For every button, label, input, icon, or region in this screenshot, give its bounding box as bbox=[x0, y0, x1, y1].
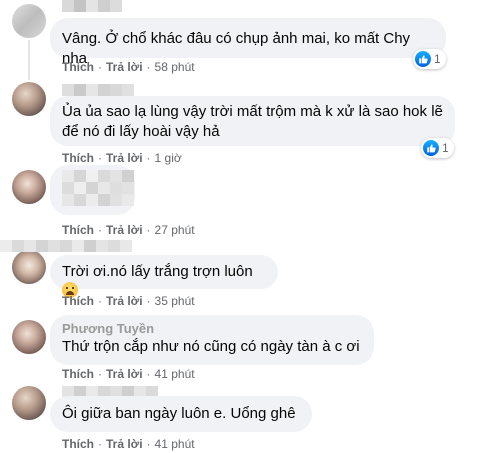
reaction-summary[interactable]: 1 bbox=[413, 49, 446, 69]
thread-line bbox=[28, 40, 30, 80]
comment-text: Trời ơi.nó lấy trắng trợn luôn bbox=[62, 263, 253, 280]
comment-text: Thứ trộn cắp như nó cũng có ngày tàn à c… bbox=[62, 338, 360, 355]
avatar[interactable] bbox=[12, 250, 46, 284]
comment-bubble: Trời ơi.nó lấy trắng trợn luôn bbox=[50, 255, 278, 298]
comment-actions: Thích · Trả lời · 35 phút bbox=[62, 294, 195, 308]
like-button[interactable]: Thích bbox=[62, 294, 94, 308]
like-icon bbox=[415, 51, 431, 67]
obscured-content bbox=[62, 170, 134, 206]
reply-button[interactable]: Trả lời bbox=[106, 60, 143, 74]
author-name-obscured bbox=[62, 84, 134, 96]
comment-author[interactable]: Phương Tuyền bbox=[62, 321, 362, 337]
reply-button[interactable]: Trả lời bbox=[106, 223, 143, 237]
timestamp[interactable]: 27 phút bbox=[155, 223, 195, 237]
comment-text: Ủa ủa sao lạ lùng vậy trời mất trộm mà k… bbox=[62, 103, 443, 140]
reaction-count: 1 bbox=[434, 52, 441, 66]
comment-actions: Thích · Trả lời · 58 phút bbox=[62, 60, 195, 74]
comment-actions: Thích · Trả lời · 1 giờ bbox=[62, 151, 182, 165]
timestamp[interactable]: 41 phút bbox=[155, 437, 195, 451]
like-button[interactable]: Thích bbox=[62, 367, 94, 381]
avatar[interactable] bbox=[12, 386, 46, 420]
like-button[interactable]: Thích bbox=[62, 437, 94, 451]
author-name-obscured bbox=[0, 240, 132, 252]
reply-button[interactable]: Trả lời bbox=[106, 437, 143, 451]
reply-button[interactable]: Trả lời bbox=[106, 367, 143, 381]
comment-bubble: Ôi giữa ban ngày luôn e. Uổng ghê bbox=[50, 396, 312, 432]
avatar[interactable] bbox=[12, 170, 46, 204]
comment-actions: Thích · Trả lời · 41 phút bbox=[62, 367, 195, 381]
reaction-count: 1 bbox=[442, 141, 449, 155]
timestamp[interactable]: 41 phút bbox=[155, 367, 195, 381]
timestamp[interactable]: 35 phút bbox=[155, 294, 195, 308]
comment-actions: Thích · Trả lời · 27 phút bbox=[62, 223, 195, 237]
comment-text: Ôi giữa ban ngày luôn e. Uổng ghê bbox=[62, 405, 296, 422]
avatar[interactable] bbox=[12, 320, 46, 354]
timestamp[interactable]: 58 phút bbox=[155, 60, 195, 74]
author-name-obscured bbox=[62, 0, 122, 12]
avatar[interactable] bbox=[12, 4, 46, 38]
comment-actions: Thích · Trả lời · 41 phút bbox=[62, 437, 195, 451]
like-button[interactable]: Thích bbox=[62, 60, 94, 74]
reaction-summary[interactable]: 1 bbox=[421, 138, 454, 158]
avatar[interactable] bbox=[12, 82, 46, 116]
reply-button[interactable]: Trả lời bbox=[106, 151, 143, 165]
like-button[interactable]: Thích bbox=[62, 151, 94, 165]
like-icon bbox=[423, 140, 439, 156]
comment-bubble: Ủa ủa sao lạ lùng vậy trời mất trộm mà k… bbox=[50, 96, 455, 146]
like-button[interactable]: Thích bbox=[62, 223, 94, 237]
comment-bubble: Vâng. Ở chổ khác đâu có chụp ảnh mai, ko… bbox=[50, 18, 446, 67]
timestamp[interactable]: 1 giờ bbox=[155, 151, 182, 165]
comment-bubble: Phương Tuyền Thứ trộn cắp như nó cũng có… bbox=[50, 315, 374, 365]
reply-button[interactable]: Trả lời bbox=[106, 294, 143, 308]
